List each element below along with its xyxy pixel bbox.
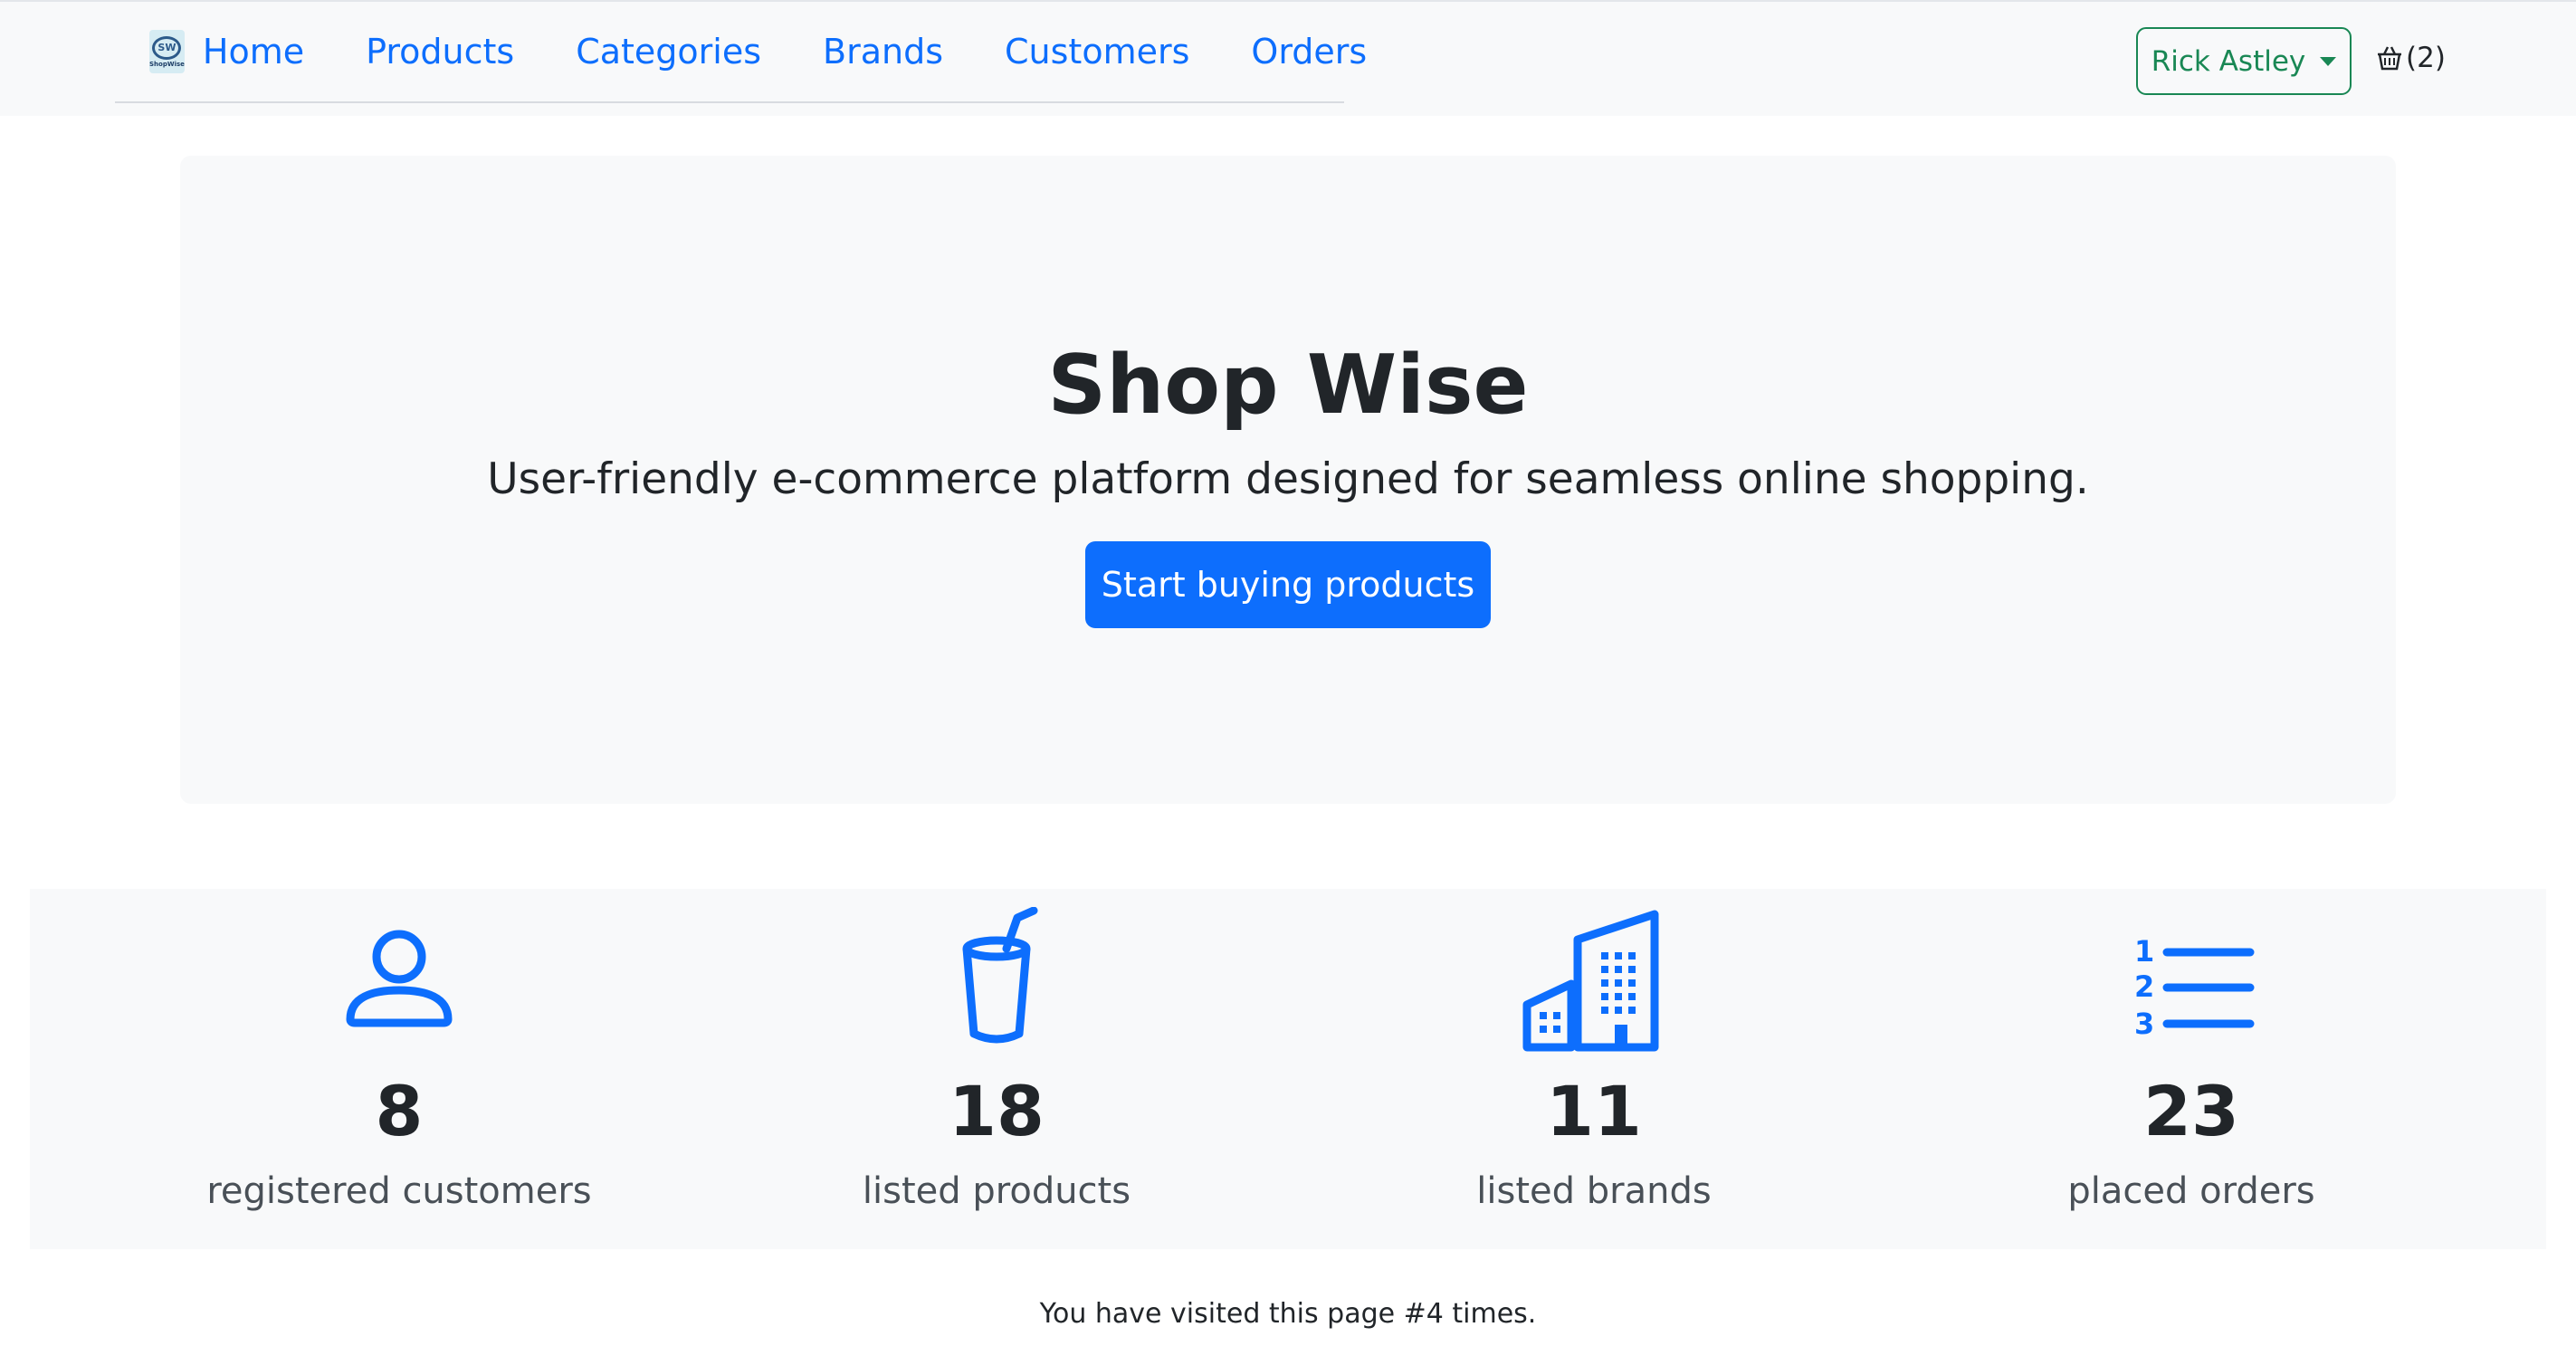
basket-icon	[2378, 46, 2401, 71]
hero-section: Shop Wise User-friendly e-commerce platf…	[180, 156, 2396, 804]
hero-title: Shop Wise	[1047, 338, 1529, 433]
hero-subtitle: User-friendly e-commerce platform design…	[487, 454, 2089, 504]
caret-down-icon	[2320, 56, 2337, 66]
nav-orders[interactable]: Orders	[1251, 32, 1367, 72]
logo-caption: ShopWise	[149, 60, 185, 68]
buildings-icon	[1522, 910, 1659, 1052]
stats-section: 8 registered customers 18 listed product…	[30, 889, 2546, 1249]
stat-label: placed orders	[2067, 1170, 2315, 1212]
svg-text:3: 3	[2134, 1007, 2154, 1041]
stat-value: 18	[949, 1071, 1045, 1151]
stat-value: 23	[2143, 1071, 2239, 1151]
nav-products[interactable]: Products	[366, 32, 514, 72]
stat-orders: 1 2 3 23 placed orders	[1893, 889, 2490, 1249]
svg-text:1: 1	[2134, 934, 2154, 969]
cart-link[interactable]: (2)	[2375, 42, 2446, 74]
stat-value: 8	[375, 1071, 424, 1151]
stat-customers: 8 registered customers	[100, 889, 698, 1249]
nav-home[interactable]: Home	[203, 32, 304, 72]
person-icon	[346, 930, 453, 1027]
list-ol-icon: 1 2 3	[2134, 934, 2255, 1041]
nav-categories[interactable]: Categories	[576, 32, 761, 72]
stat-products: 18 listed products	[698, 889, 1295, 1249]
navbar: SW ShopWise Home Products Categories Bra…	[0, 0, 2576, 116]
user-name: Rick Astley	[2151, 44, 2306, 78]
shopwise-logo[interactable]: SW ShopWise	[149, 30, 185, 73]
start-buying-button[interactable]: Start buying products	[1085, 541, 1491, 628]
cup-straw-icon	[962, 907, 1038, 1044]
stat-brands: 11 listed brands	[1295, 889, 1893, 1249]
stat-label: listed products	[862, 1170, 1131, 1212]
svg-text:2: 2	[2134, 969, 2154, 1004]
nav-customers[interactable]: Customers	[1005, 32, 1189, 72]
logo-mark: SW	[152, 35, 182, 60]
visit-counter: You have visited this page #4 times.	[1039, 1298, 1537, 1330]
stat-label: registered customers	[206, 1170, 592, 1212]
cart-count: (2)	[2406, 42, 2446, 74]
user-dropdown-button[interactable]: Rick Astley	[2136, 27, 2352, 95]
stat-label: listed brands	[1476, 1170, 1712, 1212]
nav-links: SW ShopWise Home Products Categories Bra…	[115, 2, 1367, 103]
nav-brands[interactable]: Brands	[823, 32, 943, 72]
stat-value: 11	[1546, 1071, 1642, 1151]
